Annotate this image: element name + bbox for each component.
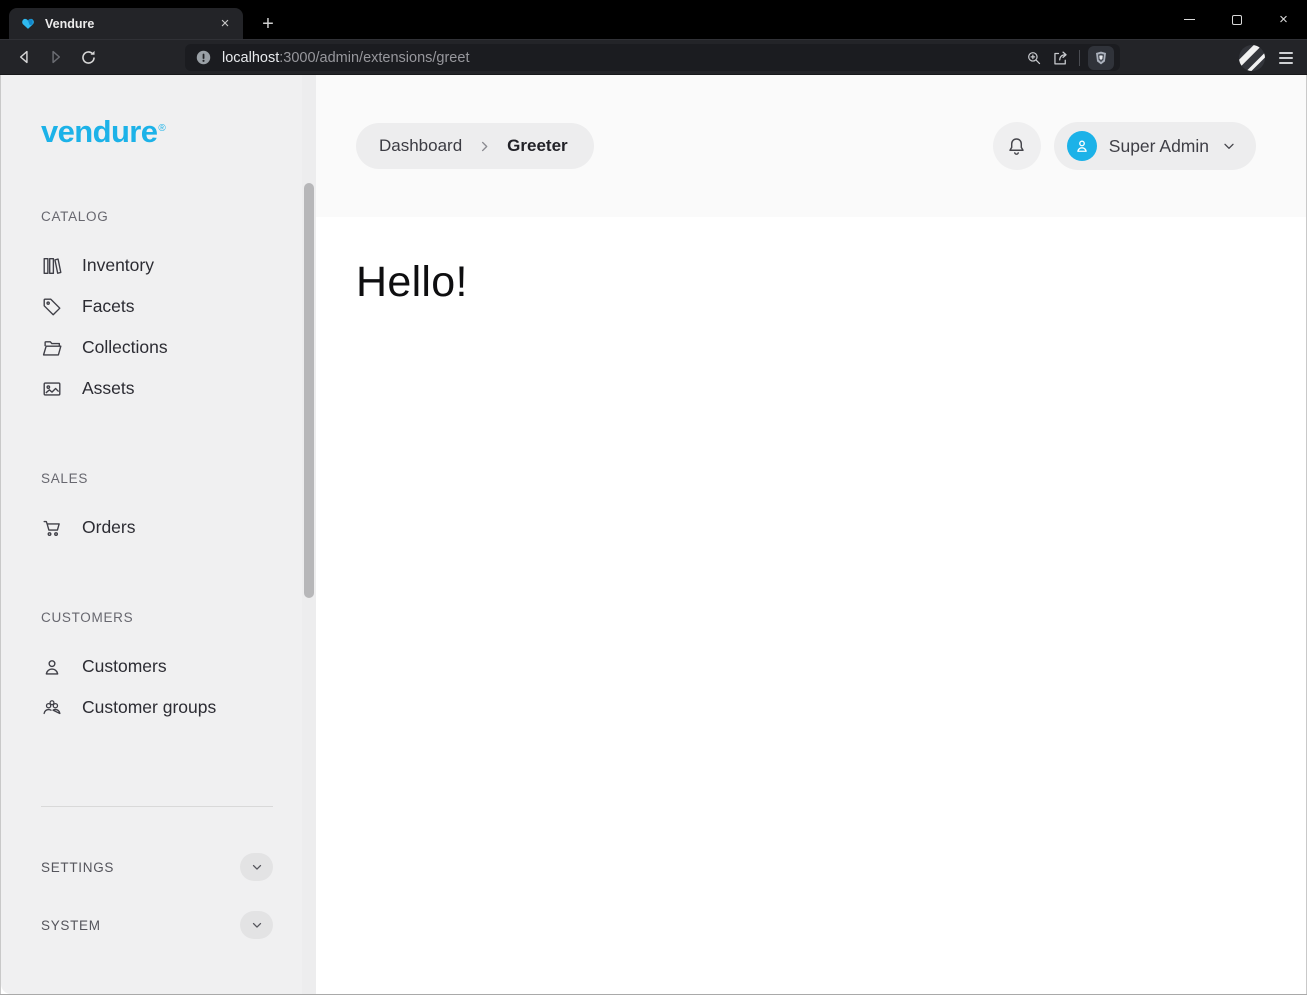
minimize-icon <box>1184 19 1195 20</box>
nav-section-sales: SALES Orders <box>41 471 268 548</box>
notifications-button[interactable] <box>993 122 1041 170</box>
admin-page: vendure® CATALOG Inventory Facets <box>0 75 1307 994</box>
url-host: localhost <box>222 50 279 66</box>
sidebar-item-facets[interactable]: Facets <box>41 286 268 327</box>
browser-tab[interactable]: Vendure × <box>9 8 243 39</box>
info-icon[interactable] <box>195 49 212 66</box>
cart-icon <box>41 517 63 539</box>
nav-button-group <box>8 42 104 72</box>
zoom-in-icon <box>1025 49 1043 67</box>
menu-button[interactable] <box>1274 47 1298 69</box>
sidebar-divider <box>41 806 273 807</box>
nav-heading-catalog: CATALOG <box>41 209 268 229</box>
nav-heading-sales: SALES <box>41 471 268 491</box>
breadcrumb-dashboard-link[interactable]: Dashboard <box>379 136 462 156</box>
sidebar-item-label: Customers <box>82 656 167 677</box>
chevron-down-icon <box>250 860 264 874</box>
sidebar-nav: CATALOG Inventory Facets Collections <box>41 209 268 790</box>
folder-icon <box>41 337 63 359</box>
profile-button[interactable] <box>1238 44 1266 72</box>
nav-heading-customers: CUSTOMERS <box>41 610 268 630</box>
tab-close-icon[interactable]: × <box>216 15 234 33</box>
system-label: SYSTEM <box>41 918 101 933</box>
greeting-heading: Hello! <box>356 258 1266 307</box>
nav-section-catalog: CATALOG Inventory Facets Collections <box>41 209 268 409</box>
sidebar-item-label: Customer groups <box>82 697 216 718</box>
zoom-in-button[interactable] <box>1021 46 1047 70</box>
chevron-down-icon <box>250 918 264 932</box>
sidebar-item-label: Assets <box>82 378 135 399</box>
image-icon <box>41 378 63 400</box>
brave-shield-button[interactable] <box>1088 46 1114 70</box>
vendure-heart-icon <box>20 16 36 32</box>
browser-toolbar: localhost:3000/admin/extensions/greet <box>0 39 1307 75</box>
browser-titlebar: Vendure × + × <box>0 0 1307 39</box>
window-close-button[interactable]: × <box>1260 0 1307 39</box>
maximize-icon <box>1232 15 1242 25</box>
share-icon <box>1051 48 1070 67</box>
sidebar-item-label: Collections <box>82 337 168 358</box>
sidebar-scrollbar-thumb[interactable] <box>304 183 314 598</box>
settings-label: SETTINGS <box>41 860 114 875</box>
users-icon <box>41 697 63 719</box>
nav-section-customers: CUSTOMERS Customers Customer groups <box>41 610 268 728</box>
user-menu-button[interactable]: Super Admin <box>1054 122 1256 170</box>
address-bar[interactable]: localhost:3000/admin/extensions/greet <box>185 44 1120 71</box>
chevron-down-icon <box>1221 138 1237 154</box>
sidebar-item-label: Facets <box>82 296 135 317</box>
address-divider <box>1079 50 1080 66</box>
settings-expand-button[interactable] <box>240 853 273 881</box>
tab-title: Vendure <box>45 17 216 31</box>
share-button[interactable] <box>1047 46 1073 70</box>
brave-shield-icon <box>1093 50 1109 66</box>
profile-avatar-icon <box>1238 44 1266 72</box>
sidebar-item-customers[interactable]: Customers <box>41 646 268 687</box>
browser-window: Vendure × + × <box>0 0 1307 995</box>
chevron-right-icon <box>477 139 492 154</box>
forward-icon <box>46 47 66 67</box>
vendure-logo[interactable]: vendure® <box>41 116 165 147</box>
person-icon <box>1073 137 1091 155</box>
sidebar-item-collections[interactable]: Collections <box>41 327 268 368</box>
url-path: :3000/admin/extensions/greet <box>279 50 469 66</box>
window-maximize-button[interactable] <box>1213 0 1260 39</box>
main-header: Dashboard Greeter Super Admin <box>316 75 1306 217</box>
sidebar-item-assets[interactable]: Assets <box>41 368 268 409</box>
sidebar-item-label: Orders <box>82 517 135 538</box>
sidebar-group-settings[interactable]: SETTINGS <box>41 843 273 891</box>
logo-text: vendure <box>41 114 157 149</box>
back-button[interactable] <box>8 42 40 72</box>
reload-icon <box>79 48 98 67</box>
breadcrumb: Dashboard Greeter <box>356 123 594 169</box>
url-text[interactable]: localhost:3000/admin/extensions/greet <box>222 50 1021 66</box>
sidebar-group-system[interactable]: SYSTEM <box>41 901 273 949</box>
window-controls: × <box>1166 0 1307 39</box>
main-area: Dashboard Greeter Super Admin <box>316 75 1306 994</box>
new-tab-button[interactable]: + <box>256 12 280 36</box>
library-icon <box>41 255 63 277</box>
forward-button[interactable] <box>40 42 72 72</box>
bell-icon <box>1005 135 1028 158</box>
user-name: Super Admin <box>1109 136 1209 157</box>
menu-icon <box>1278 51 1294 65</box>
system-expand-button[interactable] <box>240 911 273 939</box>
sidebar-item-label: Inventory <box>82 255 154 276</box>
header-actions: Super Admin <box>993 122 1256 170</box>
sidebar-item-customer-groups[interactable]: Customer groups <box>41 687 268 728</box>
breadcrumb-current: Greeter <box>507 136 567 156</box>
window-minimize-button[interactable] <box>1166 0 1213 39</box>
back-icon <box>14 47 34 67</box>
reload-button[interactable] <box>72 42 104 72</box>
sidebar: vendure® CATALOG Inventory Facets <box>1 75 316 994</box>
sidebar-item-orders[interactable]: Orders <box>41 507 268 548</box>
sidebar-item-inventory[interactable]: Inventory <box>41 245 268 286</box>
user-icon <box>41 656 63 678</box>
avatar <box>1067 131 1097 161</box>
page-content: Hello! <box>316 217 1306 348</box>
tag-icon <box>41 296 63 318</box>
registered-mark: ® <box>158 123 165 134</box>
